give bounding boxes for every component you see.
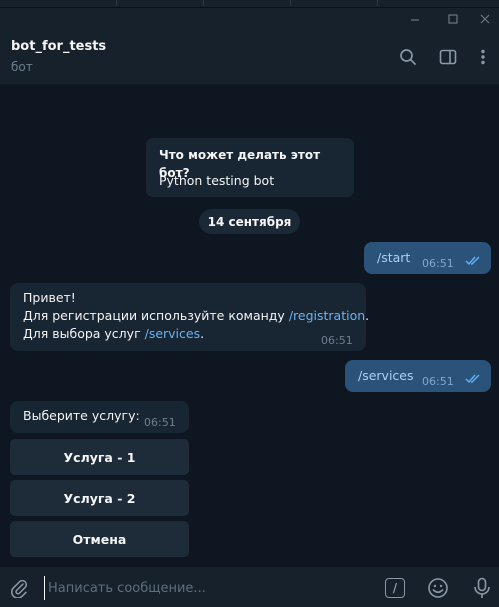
message-text: .	[365, 308, 370, 323]
bot-info-description: Python testing bot	[159, 173, 275, 188]
maximize-icon	[448, 14, 458, 24]
date-separator: 14 сентября	[199, 209, 300, 234]
divider	[203, 0, 204, 6]
minimize-button[interactable]	[398, 8, 432, 30]
double-check-icon	[465, 256, 480, 266]
message-composer: /	[0, 567, 499, 607]
window-titlebar	[0, 8, 499, 30]
message-text: Для регистрации используйте команду	[23, 308, 289, 323]
close-icon	[480, 14, 490, 24]
emoji-icon	[428, 578, 448, 598]
double-check-icon	[465, 374, 480, 384]
message-time: 06:51	[321, 334, 353, 347]
message-text: Выберите услугу:	[23, 408, 140, 423]
message-text[interactable]: /start	[377, 249, 410, 267]
sidebar-toggle-button[interactable]	[435, 44, 461, 70]
search-button[interactable]	[395, 44, 421, 70]
microphone-icon	[474, 577, 490, 598]
close-button[interactable]	[468, 8, 499, 30]
message-time: 06:51	[422, 257, 454, 270]
message-time: 06:51	[422, 375, 454, 388]
divider	[290, 0, 291, 6]
bot-commands-button[interactable]: /	[382, 575, 408, 601]
message-input[interactable]	[44, 576, 364, 600]
sidebar-toggle-icon	[439, 49, 457, 65]
divider	[116, 0, 117, 6]
chat-subtitle: бот	[11, 60, 33, 74]
message-time: 06:51	[144, 416, 176, 429]
message-text: .	[200, 326, 205, 341]
voice-message-button[interactable]	[469, 575, 495, 601]
minimize-icon	[411, 19, 419, 21]
registration-command-link[interactable]: /registration	[289, 308, 365, 323]
window-top-strip	[0, 0, 499, 8]
message-text[interactable]: /services	[358, 367, 414, 385]
bot-info-card: Что может делать этот бот? Python testin…	[146, 138, 354, 197]
chat-header[interactable]: bot_for_tests бот	[0, 30, 499, 85]
divider	[377, 0, 378, 6]
inline-keyboard-button[interactable]: Услуга - 2	[10, 480, 189, 516]
message-incoming[interactable]: Привет! Для регистрации используйте кома…	[10, 283, 369, 351]
maximize-button[interactable]	[436, 8, 470, 30]
message-line: Для регистрации используйте команду /reg…	[23, 307, 369, 325]
search-icon	[400, 49, 416, 65]
message-outgoing[interactable]: /start 06:51	[364, 242, 491, 274]
message-incoming[interactable]: Выберите услугу: 06:51	[10, 401, 189, 433]
chat-title[interactable]: bot_for_tests	[11, 39, 106, 54]
more-menu-button[interactable]	[470, 44, 496, 70]
inline-keyboard-button[interactable]: Услуга - 1	[10, 439, 189, 475]
message-line: Для выбора услуг /services.	[23, 325, 204, 343]
attach-icon	[11, 579, 27, 598]
more-vertical-icon	[481, 49, 485, 65]
attach-button[interactable]	[6, 575, 32, 601]
message-list[interactable]: Что может делать этот бот? Python testin…	[0, 86, 499, 567]
services-command-link[interactable]: /services	[145, 326, 201, 341]
message-outgoing[interactable]: /services 06:51	[345, 360, 491, 392]
message-text: Для выбора услуг	[23, 326, 145, 341]
message-line: Привет!	[23, 290, 76, 305]
commands-icon: /	[385, 578, 405, 598]
emoji-button[interactable]	[425, 575, 451, 601]
inline-keyboard-button[interactable]: Отмена	[10, 521, 189, 557]
